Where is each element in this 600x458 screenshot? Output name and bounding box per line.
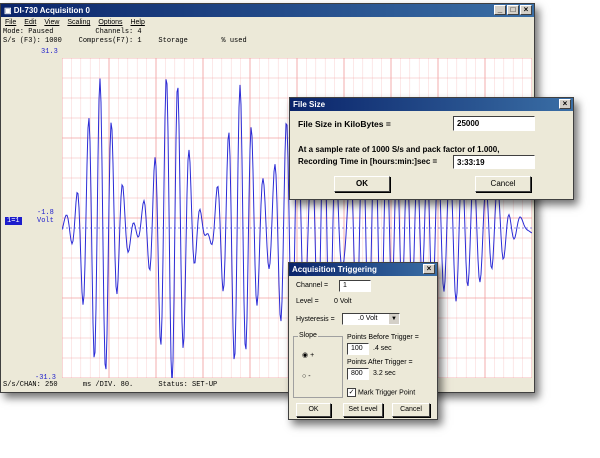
trigger-title-bar[interactable]: Acquisition Triggering × [289,263,437,276]
file-size-ok-button[interactable]: OK [334,176,390,192]
checkbox-checked-icon[interactable]: ✓ [347,388,356,397]
status-line-2: S/s (F3): 1000 Compress(F7): 1 Storage %… [3,37,247,45]
set-level-button[interactable]: Set Level [343,403,383,417]
app-icon: ▣ [4,6,14,15]
mark-trigger-checkbox[interactable]: ✓ Mark Trigger Point [347,388,415,397]
recording-time-input[interactable]: 3:33:19 [453,155,535,169]
menu-scaling[interactable]: Scaling [67,17,90,28]
close-icon[interactable]: × [423,264,435,274]
points-after-input[interactable]: 800 [347,368,369,380]
menu-bar: File Edit View Scaling Options Help [1,17,534,28]
menu-options[interactable]: Options [98,17,122,28]
hysteresis-value: .0 Volt [358,315,378,322]
menu-help[interactable]: Help [130,17,144,28]
trigger-dialog: Acquisition Triggering × Channel = 1 Lev… [288,262,438,420]
slope-plus-radio[interactable]: ◉ + [302,351,314,359]
sample-rate-text: At a sample rate of 1000 S/s and pack fa… [298,145,500,154]
menu-view[interactable]: View [44,17,59,28]
level-label: Level = [296,298,319,305]
close-icon[interactable]: × [559,99,571,109]
file-size-cancel-button[interactable]: Cancel [475,176,531,192]
status-line-1: Mode: Paused Channels: 4 [3,28,142,36]
acquisition-title-bar[interactable]: ▣ DI-730 Acquisition 0 _ □ × [1,4,534,17]
window-title: DI-730 Acquisition 0 [13,6,90,15]
slope-minus-radio[interactable]: ○ - [302,373,311,380]
channel-label: Channel = [296,282,329,289]
points-before-time: .4 sec [373,345,392,352]
slope-label: Slope [298,332,318,339]
channel-input[interactable]: 1 [339,280,371,292]
file-size-title: File Size [293,100,326,109]
channel-tag[interactable]: 1=1 [5,217,22,225]
dropdown-arrow-icon[interactable]: ▼ [389,314,399,324]
points-before-label: Points Before Trigger = [347,334,419,341]
y-axis-mid-label: -1.8 [37,209,54,217]
minimize-icon[interactable]: _ [494,5,506,15]
trigger-title: Acquisition Triggering [292,265,377,274]
close-icon[interactable]: × [520,5,532,15]
menu-file[interactable]: File [5,17,16,28]
maximize-icon[interactable]: □ [507,5,519,15]
trigger-ok-button[interactable]: OK [296,403,331,417]
menu-edit[interactable]: Edit [24,17,36,28]
file-size-title-bar[interactable]: File Size × [290,98,573,111]
file-size-label: File Size in KiloBytes = [298,119,391,129]
mark-trigger-label: Mark Trigger Point [357,389,416,397]
hysteresis-label: Hysteresis = [296,316,335,323]
y-axis-top-label: 31.3 [41,48,58,56]
slope-minus-label: - [308,373,311,380]
recording-time-label: Recording Time in [hours:min:]sec = [298,157,438,166]
trigger-cancel-button[interactable]: Cancel [392,403,430,417]
file-size-dialog: File Size × File Size in KiloBytes = 250… [289,97,574,200]
file-size-input[interactable]: 25000 [453,116,535,131]
points-before-input[interactable]: 100 [347,343,369,355]
bottom-status-bar: S/s/CHAN: 250 ms /DIV. 80. Status: SET-U… [3,381,218,389]
points-after-label: Points After Trigger = [347,359,413,366]
hysteresis-select[interactable]: .0 Volt ▼ [342,313,400,325]
slope-plus-label: + [310,352,315,359]
slope-group: Slope ◉ + ○ - [293,332,343,398]
points-after-time: 3.2 sec [373,370,396,377]
channel-unit: Volt [37,217,54,225]
level-value: 0 Volt [334,298,352,305]
